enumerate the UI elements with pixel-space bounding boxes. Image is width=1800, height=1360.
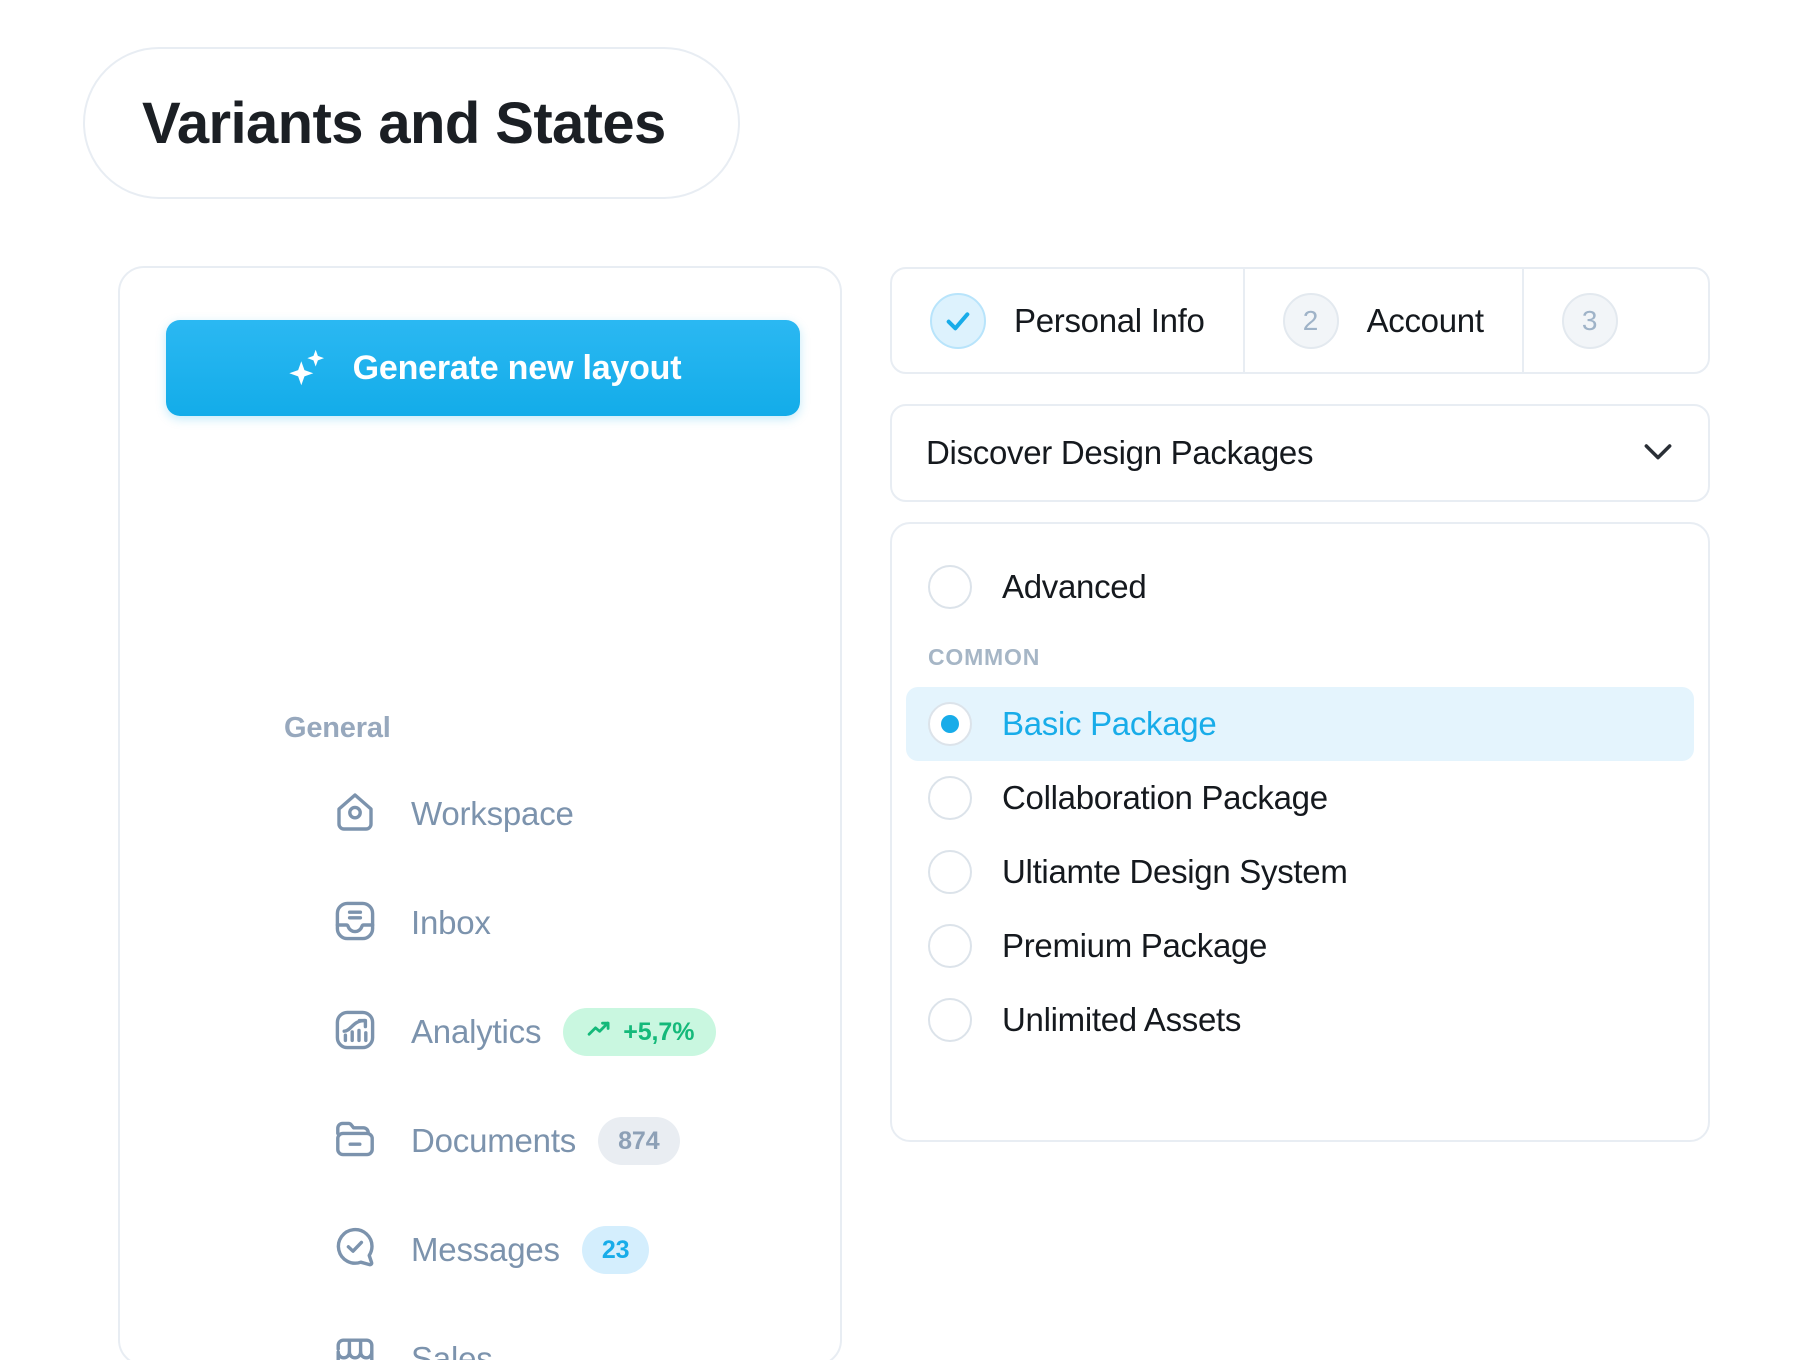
sidebar-item-label: Inbox (411, 904, 491, 941)
step-check-icon (930, 292, 986, 349)
page-title-pill: Variants and States (83, 47, 740, 199)
trend-up-icon (585, 1015, 613, 1050)
radio-icon[interactable] (928, 924, 972, 968)
sidebar-item-workspace[interactable]: Workspace (120, 778, 840, 850)
option-ultimate-design-system[interactable]: Ultiamte Design System (906, 835, 1694, 909)
sidebar-nav-list: Workspace Inbox Analytics +5,7% Document… (120, 778, 840, 1360)
design-packages-select[interactable]: Discover Design Packages (890, 404, 1710, 502)
sidebar-item-inbox[interactable]: Inbox (120, 887, 840, 959)
step-account[interactable]: 2 Account (1245, 269, 1524, 372)
option-collaboration-package[interactable]: Collaboration Package (906, 761, 1694, 835)
sidebar-item-label: Analytics (411, 1013, 542, 1050)
messages-count-badge: 23 (581, 1226, 650, 1274)
sidebar-item-label: Sales (411, 1340, 493, 1360)
option-label: Premium Package (1002, 927, 1268, 964)
stepper-tabs: Personal Info 2 Account 3 (890, 267, 1710, 374)
sparkle-icon (285, 345, 331, 391)
step-number: 2 (1282, 292, 1339, 349)
storefront-icon (331, 1333, 379, 1360)
sidebar-card: Generate new layout General Workspace In… (118, 266, 842, 1360)
select-value: Discover Design Packages (926, 434, 1314, 471)
step-label: Personal Info (1014, 301, 1205, 339)
sidebar-section-label: General (284, 712, 391, 744)
option-premium-package[interactable]: Premium Package (906, 909, 1694, 983)
radio-icon[interactable] (928, 776, 972, 820)
option-label: Basic Package (1002, 705, 1217, 742)
workspace-home-icon (331, 788, 379, 841)
generate-new-layout-button[interactable]: Generate new layout (166, 320, 800, 416)
radio-icon[interactable] (928, 702, 972, 746)
design-packages-options-panel: Advanced COMMON Basic Package Collaborat… (890, 522, 1710, 1142)
option-label: Advanced (1002, 568, 1147, 605)
option-label: Collaboration Package (1002, 779, 1328, 816)
analytics-trend-badge: +5,7% (563, 1008, 717, 1056)
sidebar-item-analytics[interactable]: Analytics +5,7% (120, 996, 840, 1068)
app-canvas: Variants and States Generate new layout … (0, 0, 1800, 1360)
page-title: Variants and States (142, 90, 666, 156)
generate-new-layout-label: Generate new layout (352, 348, 682, 387)
radio-icon[interactable] (928, 565, 972, 609)
chevron-down-icon[interactable] (1638, 431, 1674, 476)
step-personal-info[interactable]: Personal Info (892, 269, 1245, 372)
radio-icon[interactable] (928, 850, 972, 894)
sidebar-item-label: Documents (411, 1122, 577, 1159)
analytics-trend-value: +5,7% (623, 1017, 695, 1046)
option-advanced[interactable]: Advanced (906, 550, 1694, 624)
option-basic-package[interactable]: Basic Package (906, 687, 1694, 761)
sidebar-item-documents[interactable]: Documents 874 (120, 1105, 840, 1177)
documents-count-badge: 874 (598, 1117, 680, 1165)
folder-icon (331, 1115, 379, 1168)
sidebar-item-messages[interactable]: Messages 23 (120, 1214, 840, 1286)
step-number: 3 (1561, 292, 1618, 349)
sidebar-item-sales[interactable]: Sales (120, 1323, 840, 1360)
inbox-icon (331, 897, 379, 950)
sidebar-item-label: Workspace (411, 795, 574, 832)
radio-icon[interactable] (928, 998, 972, 1042)
analytics-chart-icon (331, 1006, 379, 1059)
radio-dot (941, 715, 959, 733)
chat-check-icon (331, 1224, 379, 1277)
step-three[interactable]: 3 (1524, 269, 1684, 372)
option-unlimited-assets[interactable]: Unlimited Assets (906, 983, 1694, 1057)
sidebar-item-label: Messages (411, 1231, 560, 1268)
option-label: Unlimited Assets (1002, 1001, 1242, 1038)
step-label: Account (1366, 301, 1484, 339)
options-group-label: COMMON (928, 644, 1041, 670)
option-label: Ultiamte Design System (1002, 853, 1348, 890)
